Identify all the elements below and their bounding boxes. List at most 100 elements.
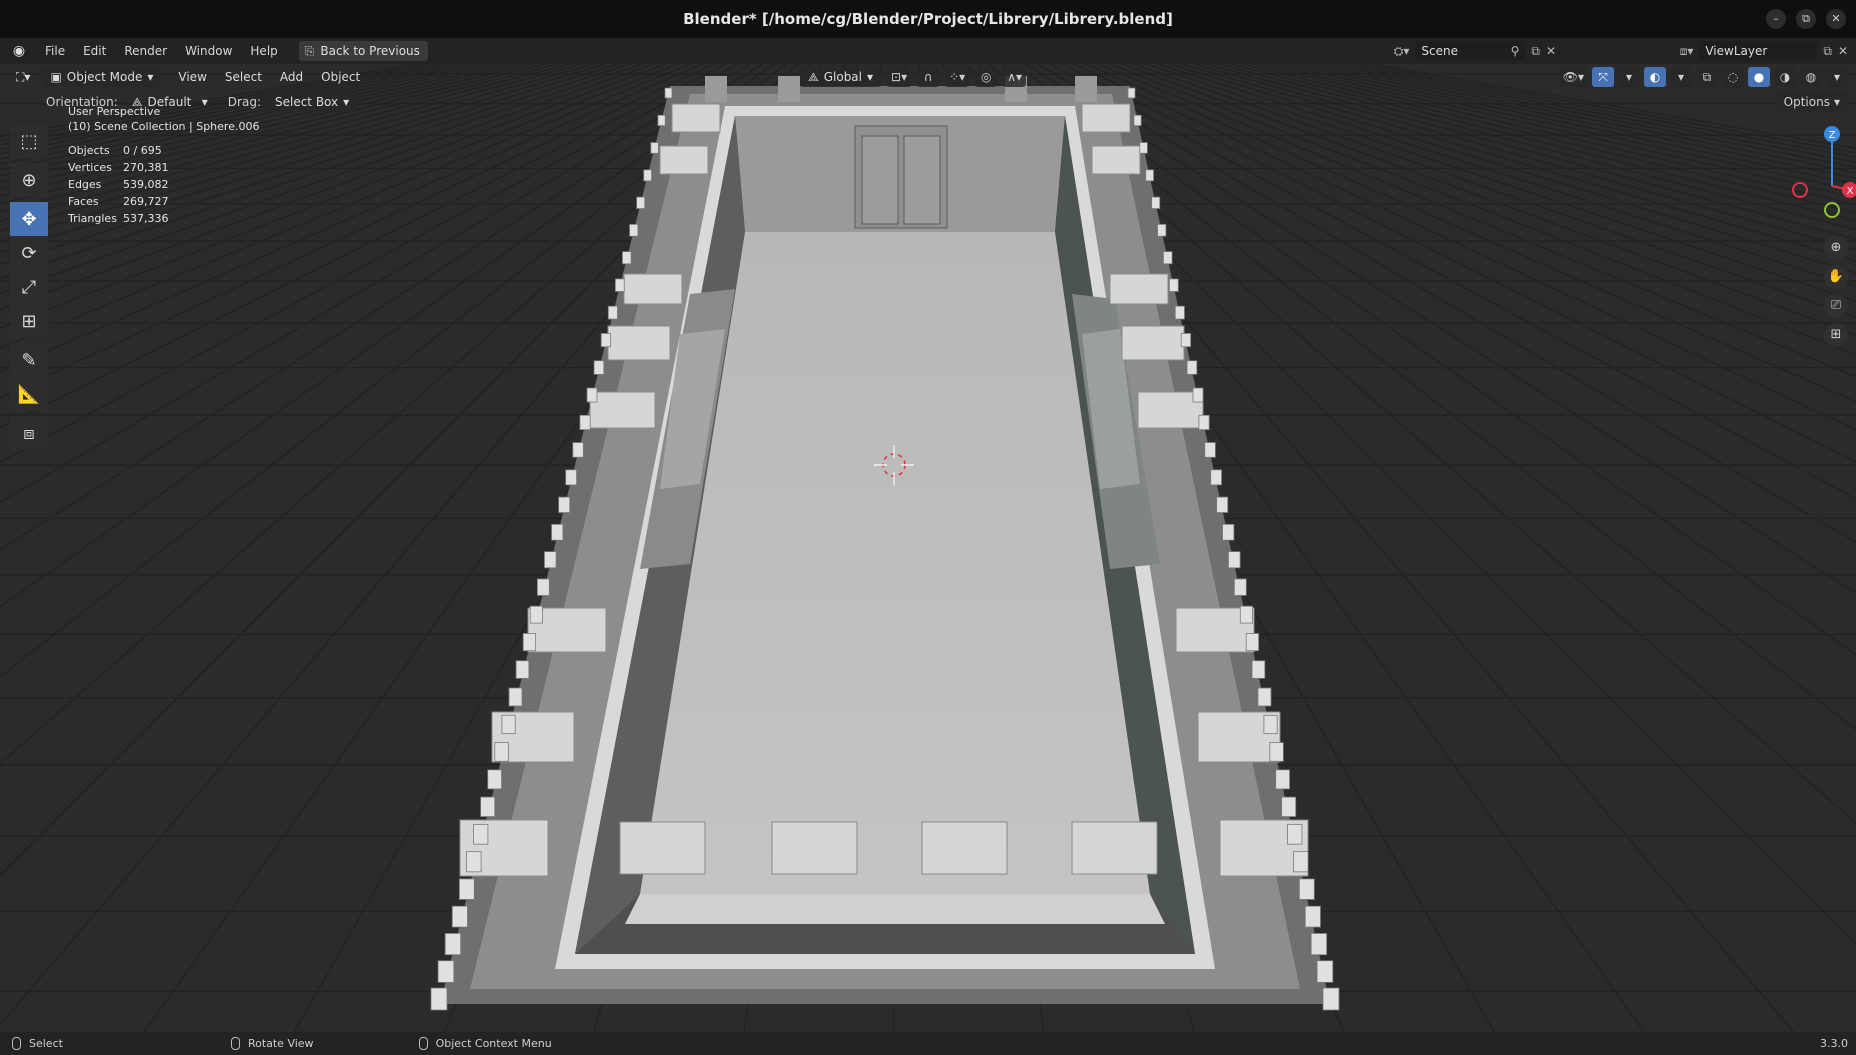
select-box-icon: ⬚	[20, 130, 38, 152]
zoom-button[interactable]: ⊕	[1824, 236, 1848, 260]
wireframe-sphere-icon: ◌	[1727, 70, 1739, 84]
options-dropdown[interactable]: Options ▾	[1775, 92, 1848, 112]
move-tool[interactable]: ✥	[10, 202, 48, 236]
neg-x-axis-handle[interactable]	[1792, 182, 1808, 198]
snap-target-button[interactable]: ⁘▾	[945, 67, 970, 87]
chevron-down-icon: ▾	[1677, 70, 1685, 84]
grid-icon: ⊞	[1830, 327, 1842, 342]
solid-sphere-icon: ●	[1753, 70, 1765, 84]
top-menu-bar: ◉ File Edit Render Window Help ⎘ Back to…	[0, 38, 1856, 64]
transform-icon: ⊞	[21, 310, 37, 332]
delete-scene-icon[interactable]: ✕	[1546, 44, 1556, 58]
blender-logo-icon[interactable]: ◉	[10, 42, 28, 60]
scene-name-field[interactable]: Scene ⚲	[1415, 41, 1526, 61]
overlays-dropdown[interactable]: ▾	[1670, 67, 1692, 87]
cursor-tool[interactable]: ⊕	[10, 163, 48, 197]
rotate-tool[interactable]: ⟳	[10, 236, 48, 270]
view-layer-name: ViewLayer	[1705, 44, 1768, 58]
transform-orientation-label: Global	[823, 70, 862, 84]
maximize-button[interactable]: ⧉	[1796, 9, 1816, 29]
stat-row: Objects 0 / 695	[68, 142, 169, 159]
stat-row: Triangles 537,336	[68, 210, 169, 227]
add-cube-icon: ⧈	[23, 422, 35, 444]
overlays-toggle[interactable]: ◐	[1644, 67, 1666, 87]
scene-name: Scene	[1421, 44, 1458, 58]
perspective-toggle-button[interactable]: ⊞	[1824, 323, 1848, 347]
proportional-icon: ◎	[980, 70, 992, 84]
move-arrows-icon: ✥	[21, 208, 37, 230]
add-cube-tool[interactable]: ⧈	[10, 416, 48, 450]
magnifier-icon: ⊕	[1830, 240, 1842, 255]
menu-window[interactable]: Window	[176, 44, 241, 58]
pivot-point-button[interactable]: ⊡▾	[887, 67, 912, 87]
transform-tool[interactable]: ⊞	[10, 304, 48, 338]
stat-key: Triangles	[68, 212, 117, 225]
viewport-scene[interactable]	[0, 64, 1856, 1032]
back-to-previous-button[interactable]: ⎘ Back to Previous	[298, 41, 428, 61]
select-menu[interactable]: Select	[216, 70, 271, 84]
rendered-sphere-icon: ◍	[1805, 70, 1817, 84]
status-bar: Select Rotate View Object Context Menu 3…	[0, 1032, 1856, 1055]
select-box-tool[interactable]: ⬚	[10, 124, 48, 158]
blender-version: 3.3.0	[1820, 1037, 1848, 1050]
close-button[interactable]: ✕	[1826, 9, 1846, 29]
y-axis-handle[interactable]	[1824, 202, 1840, 218]
pan-button[interactable]: ✋	[1824, 265, 1848, 289]
xray-toggle[interactable]: ⧉	[1696, 67, 1718, 87]
stat-value: 270,381	[123, 161, 169, 174]
drag-value: Select Box	[274, 95, 339, 109]
menu-help[interactable]: Help	[241, 44, 286, 58]
viewport-display-tools: 👁▾ ⤧ ▾ ◐ ▾ ⧉ ◌ ● ◑ ◍ ▾	[1558, 67, 1848, 87]
rendered-shading-button[interactable]: ◍	[1800, 67, 1822, 87]
view-layer-icon[interactable]: ⧈▾	[1680, 44, 1694, 59]
visibility-button[interactable]: 👁▾	[1558, 67, 1588, 87]
magnet-icon: ∩	[923, 70, 933, 84]
snap-toggle[interactable]: ∩	[917, 67, 940, 87]
axis-gizmo[interactable]: Z X	[1776, 114, 1856, 234]
overlays-icon: ◐	[1649, 70, 1661, 84]
3d-viewport[interactable]: ⛶▾ ▣ Object Mode ▾ View Select Add Objec…	[0, 64, 1856, 1032]
pin-icon[interactable]: ⚲	[1511, 44, 1520, 58]
orientation-icon: ⟁	[808, 69, 819, 84]
transform-orientation-dropdown[interactable]: ⟁ Global ▾	[800, 67, 882, 87]
proportional-edit-toggle[interactable]: ◎	[975, 67, 998, 87]
status-select-label: Select	[29, 1037, 63, 1050]
wireframe-shading-button[interactable]: ◌	[1722, 67, 1744, 87]
chevron-down-icon: ▾	[867, 70, 874, 84]
measure-tool[interactable]: 📐	[10, 377, 48, 411]
xray-icon: ⧉	[1702, 69, 1712, 84]
annotate-tool[interactable]: ✎	[10, 343, 48, 377]
window-controls: – ⧉ ✕	[1766, 9, 1846, 29]
stat-value: 537,336	[123, 212, 169, 225]
minimize-button[interactable]: –	[1766, 9, 1786, 29]
delete-view-layer-icon[interactable]: ✕	[1838, 44, 1848, 58]
gizmo-dropdown[interactable]: ▾	[1618, 67, 1640, 87]
solid-shading-button[interactable]: ●	[1748, 67, 1770, 87]
view-menu[interactable]: View	[169, 70, 215, 84]
mode-dropdown[interactable]: ▣ Object Mode ▾	[42, 67, 162, 87]
new-scene-icon[interactable]: ⧉	[1531, 44, 1540, 59]
shading-dropdown[interactable]: ▾	[1826, 67, 1848, 87]
drag-dropdown[interactable]: Select Box ▾	[266, 92, 358, 112]
stat-value: 539,082	[123, 178, 169, 191]
camera-view-button[interactable]: ⎚	[1824, 294, 1848, 318]
back-to-previous-label: Back to Previous	[320, 44, 420, 58]
falloff-button[interactable]: ∧▾	[1003, 67, 1026, 87]
gizmo-toggle[interactable]: ⤧	[1592, 67, 1614, 87]
chevron-down-icon: ▾	[343, 95, 350, 109]
scale-icon: ⤢	[21, 276, 37, 298]
view-layer-field[interactable]: ViewLayer	[1699, 41, 1818, 61]
ruler-icon: 📐	[17, 383, 41, 405]
object-menu[interactable]: Object	[312, 70, 369, 84]
material-preview-button[interactable]: ◑	[1774, 67, 1796, 87]
menu-render[interactable]: Render	[115, 44, 176, 58]
editor-type-button[interactable]: ⛶▾	[8, 67, 38, 87]
falloff-curve-icon: ∧▾	[1007, 70, 1022, 84]
status-rotate: Rotate View	[230, 1037, 314, 1050]
add-menu[interactable]: Add	[271, 70, 312, 84]
menu-edit[interactable]: Edit	[74, 44, 115, 58]
new-view-layer-icon[interactable]: ⧉	[1823, 44, 1832, 59]
scene-icon[interactable]: ⛭▾	[1394, 44, 1410, 59]
menu-file[interactable]: File	[36, 44, 74, 58]
scale-tool[interactable]: ⤢	[10, 270, 48, 304]
